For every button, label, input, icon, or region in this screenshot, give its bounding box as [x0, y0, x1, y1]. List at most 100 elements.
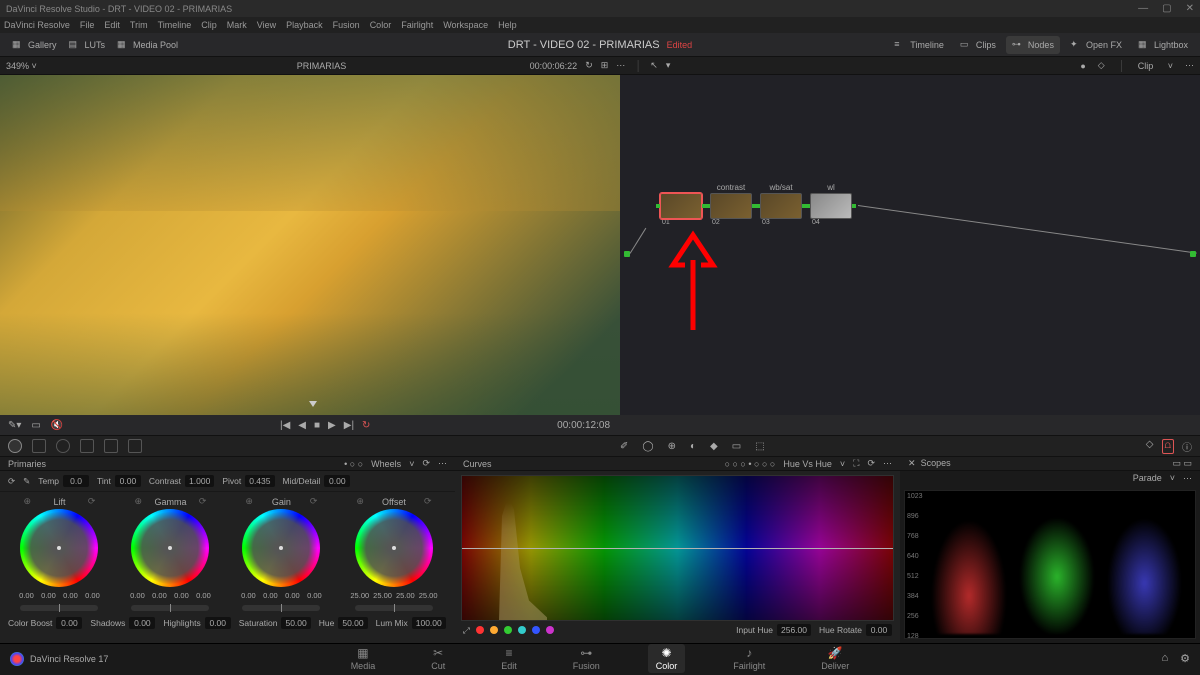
- menu-mark[interactable]: Mark: [227, 20, 247, 30]
- play-icon[interactable]: ▶: [328, 420, 336, 431]
- mediapool-button[interactable]: ▦Media Pool: [111, 36, 184, 54]
- info-icon[interactable]: ⓘ: [1182, 439, 1192, 454]
- prev-clip-icon[interactable]: |◀: [280, 420, 290, 431]
- gamma-master-slider[interactable]: [131, 605, 209, 611]
- offset-v4[interactable]: 25.00: [419, 591, 438, 600]
- offset-master-slider[interactable]: [355, 605, 433, 611]
- bars-tool-icon[interactable]: [32, 439, 46, 453]
- eyedropper-icon[interactable]: ✐: [620, 441, 628, 452]
- page-deliver[interactable]: 🚀Deliver: [813, 644, 857, 673]
- gain-v1[interactable]: 0.00: [239, 591, 257, 600]
- curves-tool-icon[interactable]: [80, 439, 94, 453]
- maximize-icon[interactable]: ▢: [1162, 3, 1171, 14]
- offset-reset-icon[interactable]: ⟳: [424, 496, 432, 507]
- wheels-tool-icon[interactable]: [8, 439, 22, 453]
- lift-v4[interactable]: 0.00: [83, 591, 101, 600]
- primaries-mode[interactable]: Wheels: [371, 459, 401, 469]
- zoom-level[interactable]: 349%: [6, 61, 29, 71]
- red-swatch[interactable]: [476, 626, 484, 634]
- menu-file[interactable]: File: [80, 20, 95, 30]
- keyframe-dot-icon[interactable]: ●: [1080, 61, 1085, 71]
- dropdown-icon[interactable]: ▾: [666, 60, 671, 71]
- luts-button[interactable]: ▤LUTs: [63, 36, 112, 54]
- pivot-value[interactable]: 0.435: [245, 475, 274, 487]
- menu-color[interactable]: Color: [370, 20, 392, 30]
- auto-icon[interactable]: ✎: [23, 476, 30, 487]
- page-color[interactable]: ✺Color: [648, 644, 686, 673]
- hue-value[interactable]: 50.00: [338, 617, 367, 629]
- keyframes-icon[interactable]: ◇: [1146, 439, 1154, 454]
- scopes-close-icon[interactable]: ✕: [908, 458, 916, 468]
- primaries-reset-icon[interactable]: ⟳: [422, 458, 430, 469]
- clip-selector[interactable]: Clip: [1138, 61, 1154, 71]
- menu-clip[interactable]: Clip: [201, 20, 217, 30]
- blur-icon[interactable]: ◐: [690, 441, 696, 452]
- highlights-value[interactable]: 0.00: [205, 617, 231, 629]
- 3d-icon[interactable]: ⬚: [755, 441, 764, 452]
- curves-reset-icon[interactable]: ⟳: [867, 458, 875, 469]
- inputhue-value[interactable]: 256.00: [777, 624, 811, 636]
- page-fusion[interactable]: ⊶Fusion: [565, 644, 608, 673]
- chevron-down-icon[interactable]: ˅: [840, 459, 845, 469]
- gamma-v2[interactable]: 0.00: [150, 591, 168, 600]
- node-02[interactable]: contrast 02: [710, 183, 752, 226]
- lift-v2[interactable]: 0.00: [39, 591, 57, 600]
- contrast-value[interactable]: 1.000: [185, 475, 214, 487]
- gain-reset-icon[interactable]: ⟳: [310, 496, 318, 507]
- gain-picker-icon[interactable]: ⊕: [245, 496, 253, 507]
- keyframe-diamond-icon[interactable]: ◇: [1098, 60, 1105, 71]
- offset-wheel[interactable]: [355, 509, 433, 587]
- parade-scope[interactable]: 1023 896 768 640 512 384 256 128: [904, 490, 1196, 639]
- menu-workspace[interactable]: Workspace: [443, 20, 488, 30]
- clip-chevron-icon[interactable]: ˅: [1165, 61, 1173, 71]
- menu-playback[interactable]: Playback: [286, 20, 323, 30]
- secondary-wheel-icon[interactable]: [56, 439, 70, 453]
- gain-master-slider[interactable]: [242, 605, 320, 611]
- node-more-icon[interactable]: ⋯: [1185, 60, 1194, 71]
- grid-icon[interactable]: ⊞: [601, 60, 609, 71]
- chevron-down-icon[interactable]: ˅: [409, 459, 414, 469]
- scopes-mode[interactable]: Parade: [1133, 473, 1162, 484]
- scopes-more-icon[interactable]: ⋯: [1183, 473, 1192, 484]
- menu-davinci[interactable]: DaVinci Resolve: [4, 20, 70, 30]
- node-03[interactable]: wb/sat 03: [760, 183, 802, 226]
- tint-value[interactable]: 0.00: [115, 475, 141, 487]
- lift-wheel[interactable]: [20, 509, 98, 587]
- sizing-icon[interactable]: ▭: [732, 441, 741, 452]
- gamma-wheel[interactable]: [131, 509, 209, 587]
- viewer[interactable]: [0, 75, 620, 415]
- reset-icon[interactable]: ⟳: [8, 476, 15, 487]
- yellow-swatch[interactable]: [490, 626, 498, 634]
- stop-icon[interactable]: ■: [314, 420, 320, 431]
- gamma-v3[interactable]: 0.00: [172, 591, 190, 600]
- curves-expand-icon[interactable]: ⛶: [853, 458, 859, 469]
- gain-v2[interactable]: 0.00: [261, 591, 279, 600]
- page-fairlight[interactable]: ♪Fairlight: [725, 644, 773, 673]
- chevron-down-icon[interactable]: ˅: [1170, 473, 1175, 484]
- curve-line[interactable]: [462, 548, 893, 549]
- mute-icon[interactable]: 🔇: [51, 420, 63, 431]
- menu-timeline[interactable]: Timeline: [158, 20, 192, 30]
- minimize-icon[interactable]: —: [1138, 3, 1148, 14]
- picker-icon[interactable]: ✎▾: [8, 420, 21, 431]
- spline-icon[interactable]: ⤢: [463, 625, 470, 636]
- lift-master-slider[interactable]: [20, 605, 98, 611]
- lightbox-button[interactable]: ▦Lightbox: [1132, 36, 1194, 54]
- saturation-value[interactable]: 50.00: [281, 617, 310, 629]
- refresh-icon[interactable]: ↻: [585, 60, 593, 71]
- pointer-icon[interactable]: ↖: [650, 60, 658, 71]
- window-shape-icon[interactable]: ◯: [642, 441, 653, 452]
- gallery-button[interactable]: ▦Gallery: [6, 36, 63, 54]
- curves-mode[interactable]: Hue Vs Hue: [783, 459, 832, 469]
- home-icon[interactable]: ⌂: [1161, 652, 1168, 665]
- gain-v4[interactable]: 0.00: [305, 591, 323, 600]
- menu-edit[interactable]: Edit: [104, 20, 120, 30]
- lummix-value[interactable]: 100.00: [412, 617, 446, 629]
- menu-help[interactable]: Help: [498, 20, 517, 30]
- clips-button[interactable]: ▭Clips: [954, 36, 1002, 54]
- huerotate-value[interactable]: 0.00: [866, 624, 892, 636]
- gain-v3[interactable]: 0.00: [283, 591, 301, 600]
- lift-v3[interactable]: 0.00: [61, 591, 79, 600]
- offset-v2[interactable]: 25.00: [373, 591, 392, 600]
- overlay-icon[interactable]: ▭: [31, 420, 40, 431]
